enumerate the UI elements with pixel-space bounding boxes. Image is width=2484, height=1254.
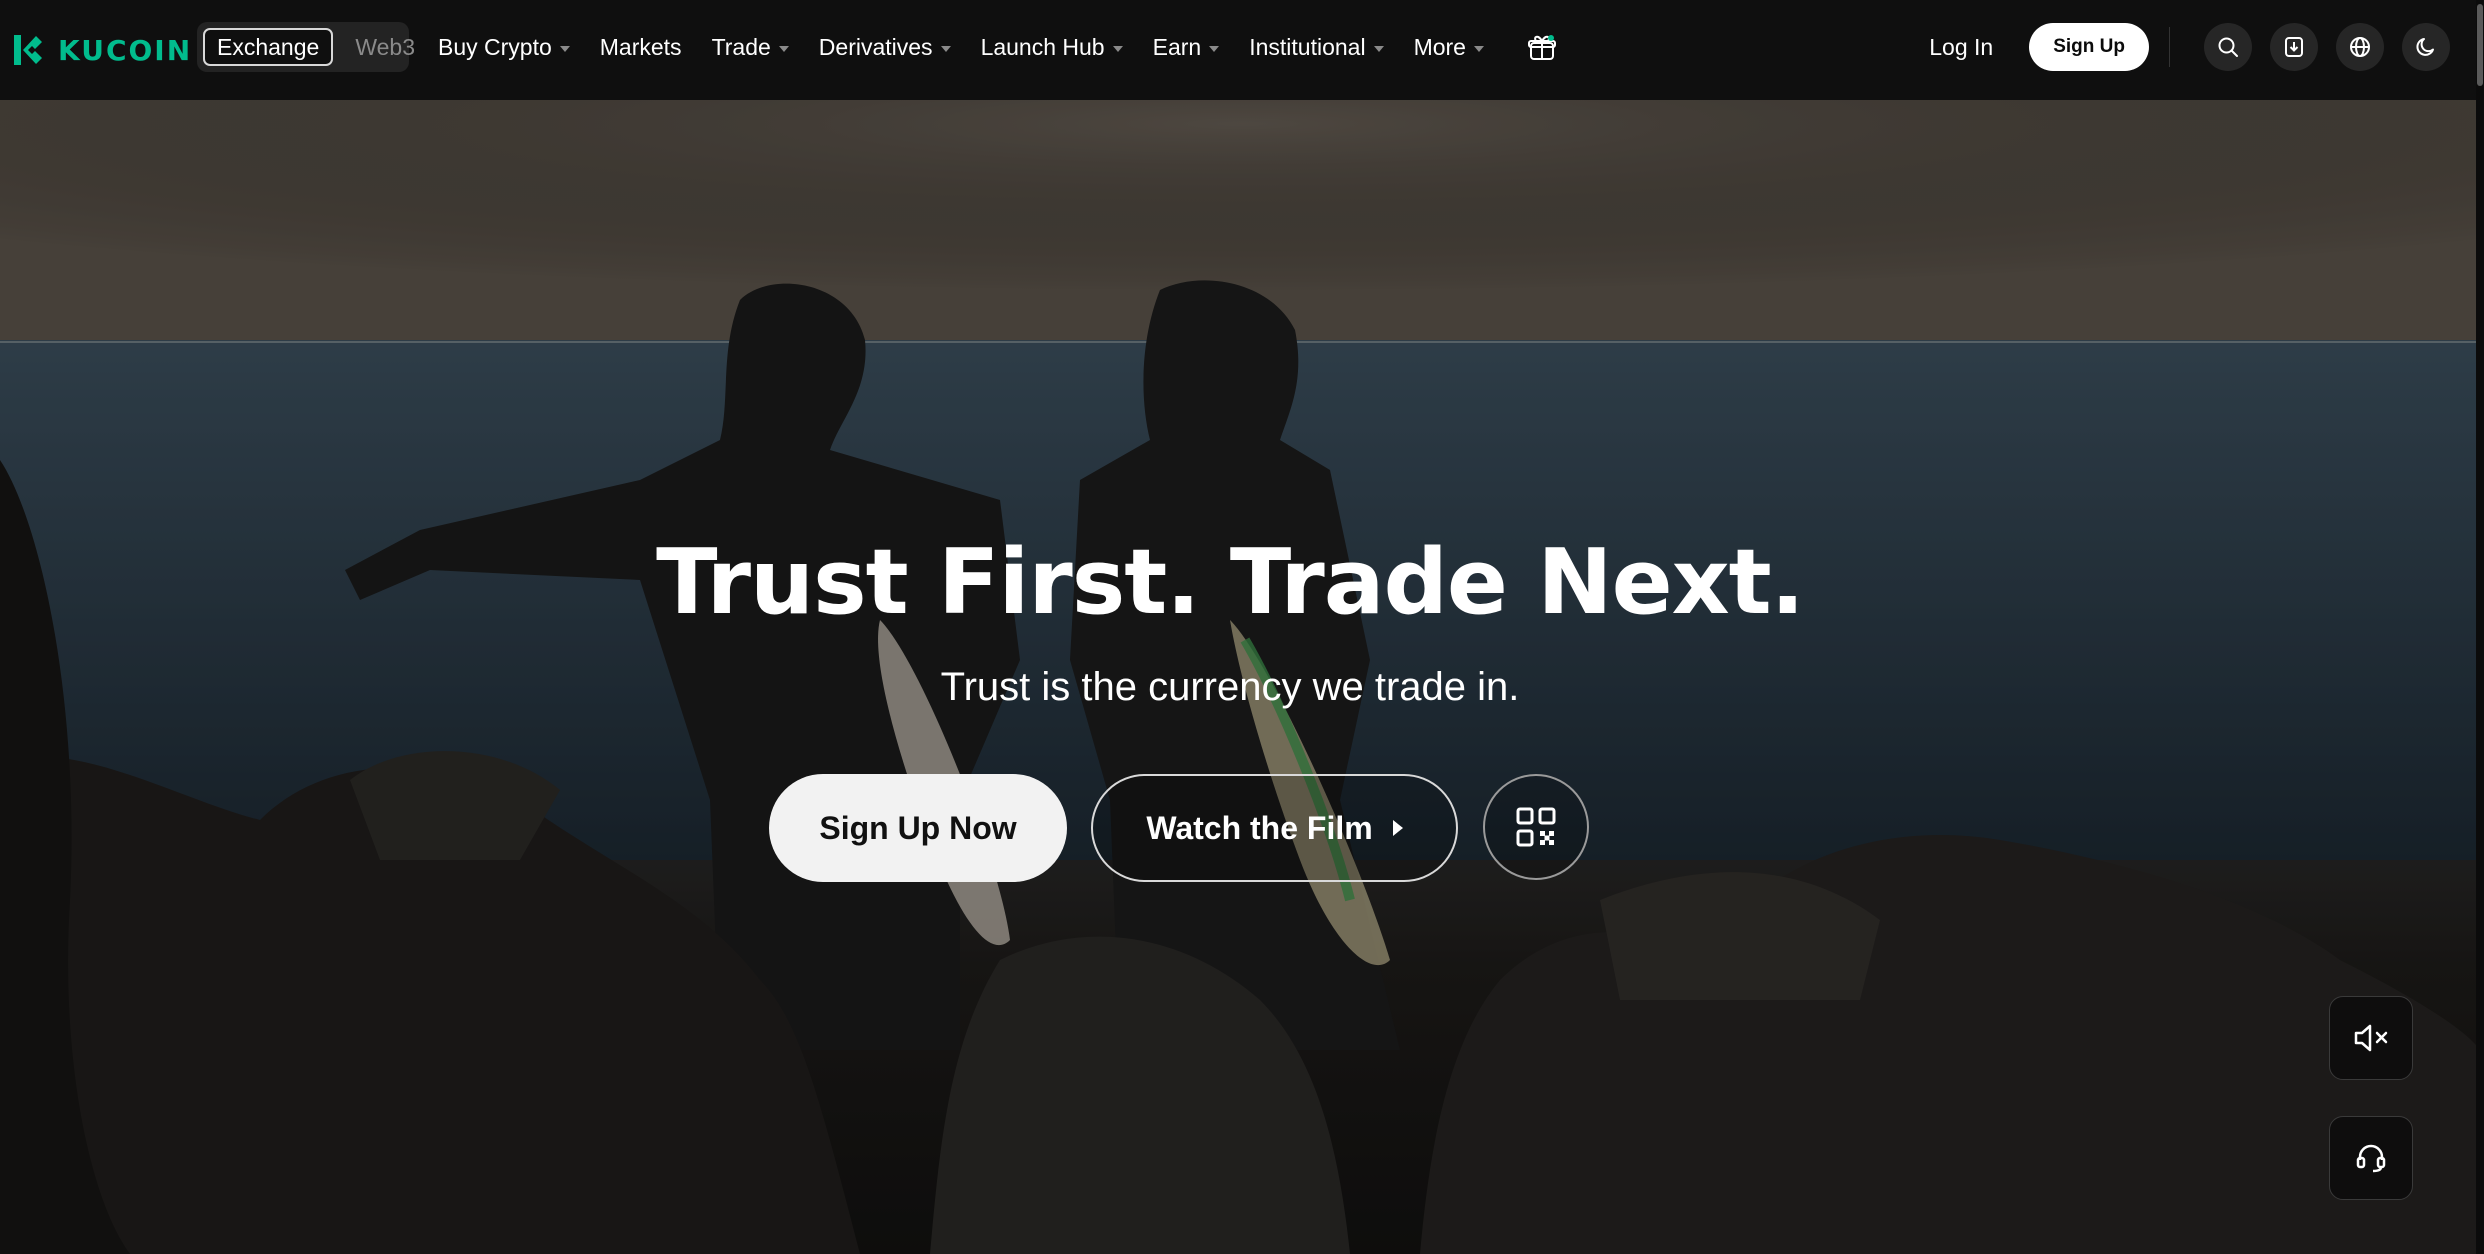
hero-title: Trust First. Trade Next.: [656, 530, 1805, 635]
page-scrollbar[interactable]: [2476, 0, 2484, 1254]
brand-name: KUCOIN: [58, 33, 193, 67]
menu-earn[interactable]: Earn: [1153, 34, 1220, 61]
menu-institutional[interactable]: Institutional: [1249, 33, 1384, 61]
watch-film-label: Watch the Film: [1146, 809, 1373, 846]
hero-subtitle: Trust is the currency we trade in.: [940, 665, 1520, 709]
qr-code-button[interactable]: [1483, 774, 1589, 880]
globe-icon: [2350, 37, 2370, 57]
gift-icon[interactable]: [1526, 31, 1558, 63]
qr-code-icon: [1516, 807, 1556, 847]
exchange-web3-switcher: Exchange Web3: [197, 22, 415, 72]
menu-buy-crypto[interactable]: Buy Crypto: [438, 34, 570, 61]
menu-trade[interactable]: Trade: [712, 34, 789, 61]
download-app-button[interactable]: [2270, 23, 2318, 71]
caret-down-icon: [559, 45, 570, 52]
menu-launch-hub[interactable]: Launch Hub: [981, 34, 1123, 61]
top-navigation-bar: KUCOIN Exchange Web3 Buy Crypto Markets …: [0, 0, 2484, 100]
switch-web3[interactable]: Web3: [343, 28, 427, 66]
hero-section: Trust First. Trade Next. Trust is the cu…: [0, 100, 2484, 1254]
caret-down-icon: [1473, 45, 1484, 52]
menu-trade-label: Trade: [711, 33, 771, 60]
menu-more[interactable]: More: [1414, 34, 1484, 61]
scrollbar-thumb[interactable]: [2477, 4, 2483, 86]
menu-institutional-label: Institutional: [1249, 33, 1366, 60]
mute-toggle-button[interactable]: [2329, 996, 2413, 1080]
caret-down-icon: [1209, 45, 1220, 52]
watch-film-button[interactable]: Watch the Film: [1091, 774, 1458, 882]
main-menu: Buy Crypto Markets Trade Derivatives Lau…: [438, 0, 1558, 94]
menu-derivatives-label: Derivatives: [818, 33, 933, 60]
nav-divider: [2169, 27, 2170, 67]
headset-support-icon: [2356, 1144, 2386, 1173]
menu-buy-crypto-label: Buy Crypto: [438, 33, 552, 60]
caret-down-icon: [940, 45, 951, 52]
signup-button[interactable]: Sign Up: [2029, 23, 2149, 71]
login-link[interactable]: Log In: [1929, 34, 1993, 61]
menu-markets[interactable]: Markets: [600, 34, 682, 61]
caret-down-icon: [778, 45, 789, 52]
caret-down-icon: [1112, 45, 1123, 52]
theme-moon-icon: [2416, 38, 2434, 56]
menu-launch-hub-label: Launch Hub: [980, 33, 1105, 60]
sign-up-now-button[interactable]: Sign Up Now: [769, 774, 1067, 882]
kucoin-logo-icon: [14, 35, 42, 65]
theme-toggle-button[interactable]: [2402, 23, 2450, 71]
language-button[interactable]: [2336, 23, 2384, 71]
menu-markets-label: Markets: [599, 33, 682, 60]
play-icon: [1392, 820, 1403, 836]
caret-down-icon: [1373, 45, 1384, 52]
speaker-muted-icon: [2354, 1024, 2388, 1052]
search-icon: [2218, 37, 2238, 57]
search-button[interactable]: [2204, 23, 2252, 71]
kucoin-logo[interactable]: KUCOIN: [10, 28, 192, 72]
customer-support-button[interactable]: [2329, 1116, 2413, 1200]
right-navigation: Log In Sign Up: [1929, 22, 2450, 72]
menu-derivatives[interactable]: Derivatives: [819, 34, 951, 61]
download-app-icon: [2285, 37, 2303, 57]
switch-exchange[interactable]: Exchange: [203, 28, 334, 66]
menu-earn-label: Earn: [1152, 33, 1202, 60]
sign-up-now-label: Sign Up Now: [819, 809, 1017, 846]
menu-more-label: More: [1413, 33, 1466, 60]
